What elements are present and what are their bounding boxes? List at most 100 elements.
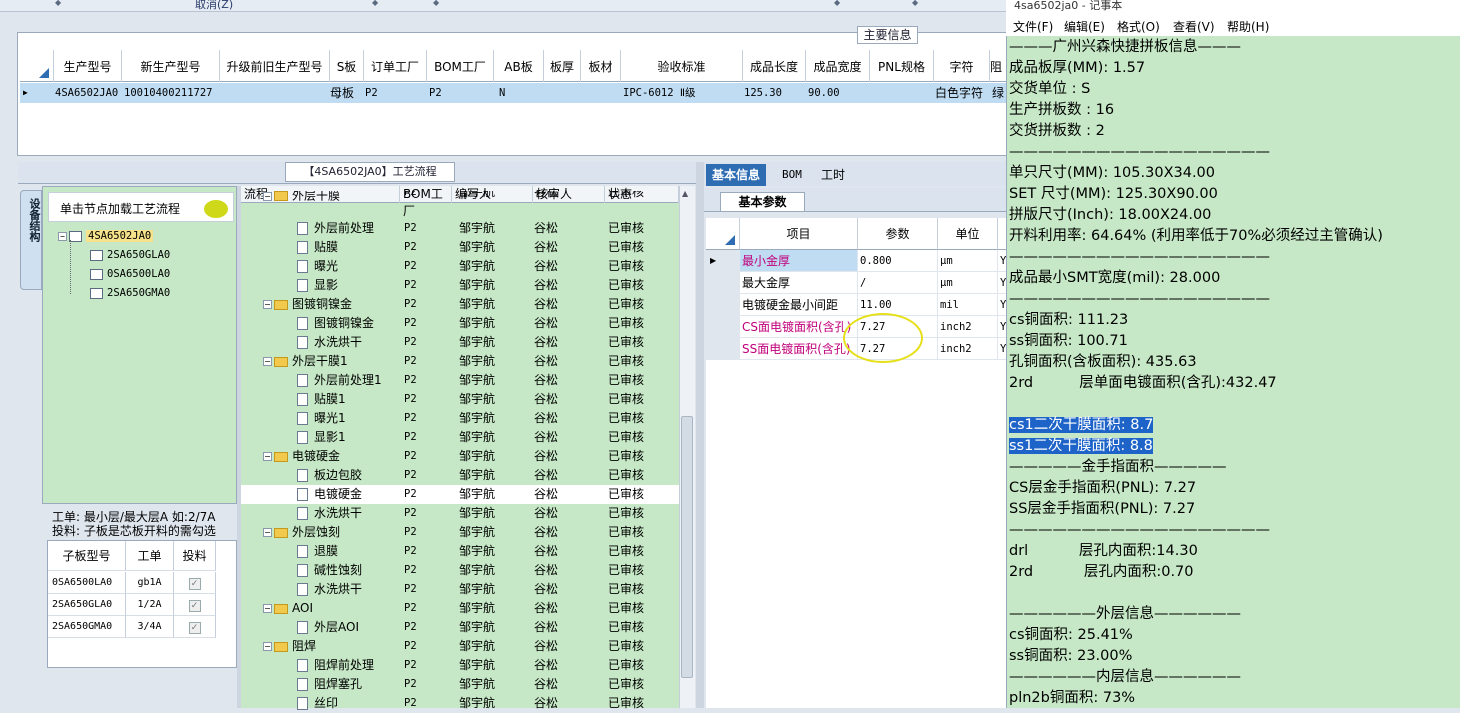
collapse-icon[interactable]: − bbox=[263, 528, 272, 537]
tab-basic-params[interactable]: 基本参数 bbox=[720, 192, 805, 212]
table-row[interactable]: − 图镀铜镍金 P2 邹宇航 谷松 已审核 bbox=[241, 295, 679, 314]
table-row[interactable]: − 外层干膜 P2 邹宇航 谷松 已审核 bbox=[241, 191, 679, 201]
table-row[interactable]: 水洗烘干 P2 邹宇航 谷松 已审核 bbox=[241, 580, 679, 599]
col-header[interactable]: 字符 bbox=[934, 50, 990, 82]
table-row[interactable]: 贴膜 P2 邹宇航 谷松 已审核 bbox=[241, 238, 679, 257]
tab-work-hours[interactable]: 工时 bbox=[815, 164, 851, 186]
checkbox-icon[interactable] bbox=[90, 287, 103, 299]
table-row[interactable]: 水洗烘干 P2 邹宇航 谷松 已审核 bbox=[241, 504, 679, 523]
checkbox-icon[interactable]: ✓ bbox=[188, 621, 201, 634]
table-row[interactable]: ▶ 4SA6502JA0 10010400211727 母板 P2 P2 N I… bbox=[20, 83, 1006, 103]
col-header[interactable]: PNL规格 bbox=[870, 50, 934, 82]
cell-item[interactable]: 电镀硬金最小间距 bbox=[740, 294, 858, 316]
table-row[interactable]: 电镀硬金 P2 邹宇航 谷松 已审核 bbox=[241, 485, 679, 504]
table-row[interactable]: − AOI P2 邹宇航 谷松 已审核 bbox=[241, 599, 679, 618]
col-header[interactable]: 阻 bbox=[990, 50, 1006, 82]
tab-bom[interactable]: BOM bbox=[776, 164, 808, 186]
table-row[interactable]: 阻焊前处理 P2 邹宇航 谷松 已审核 bbox=[241, 656, 679, 675]
table-row[interactable]: ▶ 最小金厚 0.800 μm Y bbox=[706, 250, 1007, 272]
cell-value[interactable]: 0.800 bbox=[858, 250, 938, 272]
col-header[interactable]: 成品长度 bbox=[743, 50, 806, 82]
menu-view[interactable]: 查看(V) bbox=[1173, 18, 1215, 35]
tree-node[interactable]: 2SA650GLA0 bbox=[90, 247, 170, 264]
scroll-up-icon[interactable]: ▲ bbox=[682, 189, 688, 198]
cell-item[interactable]: CS面电镀面积(含孔) bbox=[740, 316, 858, 338]
collapse-icon[interactable]: − bbox=[263, 452, 272, 461]
collapse-icon[interactable]: − bbox=[263, 642, 272, 651]
chevron-down-icon[interactable]: ◆ bbox=[433, 0, 441, 7]
table-row[interactable]: 贴膜1 P2 邹宇航 谷松 已审核 bbox=[241, 390, 679, 409]
cell[interactable]: ✓ bbox=[174, 572, 216, 594]
cell[interactable]: ✓ bbox=[174, 594, 216, 616]
scrollbar-thumb[interactable] bbox=[681, 416, 693, 678]
cell-item[interactable]: SS面电镀面积(含孔) bbox=[740, 338, 858, 360]
col-header[interactable]: 子板型号 bbox=[48, 541, 126, 571]
cell-item[interactable]: 最大金厚 bbox=[740, 272, 858, 294]
table-row[interactable]: 曝光 P2 邹宇航 谷松 已审核 bbox=[241, 257, 679, 276]
col-header[interactable]: 单位 bbox=[938, 218, 998, 250]
col-header[interactable]: AB板 bbox=[494, 50, 544, 82]
chevron-down-icon[interactable]: ◆ bbox=[834, 0, 842, 7]
tree-node[interactable]: 2SA650GMA0 bbox=[90, 285, 170, 302]
table-row[interactable]: − 阻焊 P2 邹宇航 谷松 已审核 bbox=[241, 637, 679, 656]
table-row[interactable]: 显影 P2 邹宇航 谷松 已审核 bbox=[241, 276, 679, 295]
cell[interactable]: 0SA6500LA0 bbox=[48, 572, 126, 594]
col-header[interactable]: 订单工厂 bbox=[364, 50, 427, 82]
table-row[interactable]: 退膜 P2 邹宇航 谷松 已审核 bbox=[241, 542, 679, 561]
table-row[interactable]: 显影1 P2 邹宇航 谷松 已审核 bbox=[241, 428, 679, 447]
collapse-icon[interactable]: − bbox=[263, 191, 272, 201]
cell[interactable]: gb1A bbox=[126, 572, 174, 594]
cell-unit[interactable]: inch2 bbox=[938, 338, 998, 360]
chevron-down-icon[interactable]: ◆ bbox=[912, 0, 920, 7]
table-row[interactable]: 外层AOI P2 邹宇航 谷松 已审核 bbox=[241, 618, 679, 637]
cell-value[interactable]: 11.00 bbox=[858, 294, 938, 316]
checkbox-icon[interactable] bbox=[90, 249, 103, 261]
table-row[interactable]: 丝印 P2 邹宇航 谷松 已审核 bbox=[241, 694, 679, 713]
col-header[interactable]: 投料 bbox=[174, 541, 216, 571]
cell-item[interactable]: 最小金厚 bbox=[740, 250, 858, 272]
checkbox-icon[interactable]: ✓ bbox=[188, 599, 201, 612]
collapse-icon[interactable]: − bbox=[263, 300, 272, 309]
cancel-button[interactable]: 取消(Z) bbox=[195, 0, 255, 12]
table-row[interactable]: 水洗烘干 P2 邹宇航 谷松 已审核 bbox=[241, 333, 679, 352]
menu-file[interactable]: 文件(F) bbox=[1013, 18, 1053, 35]
cell-unit[interactable]: μm bbox=[938, 250, 998, 272]
col-header[interactable]: 项目 bbox=[740, 218, 858, 250]
cell[interactable]: 1/2A bbox=[126, 594, 174, 616]
collapse-icon[interactable]: − bbox=[263, 604, 272, 613]
menu-help[interactable]: 帮助(H) bbox=[1227, 18, 1269, 35]
table-row[interactable]: 外层前处理 P2 邹宇航 谷松 已审核 bbox=[241, 219, 679, 238]
collapse-icon[interactable]: − bbox=[58, 231, 67, 241]
col-header[interactable]: BOM工厂 bbox=[427, 50, 494, 82]
col-header[interactable]: S板 bbox=[330, 50, 364, 82]
tab-basic-info[interactable]: 基本信息 bbox=[706, 164, 767, 186]
table-row[interactable]: 阻焊塞孔 P2 邹宇航 谷松 已审核 bbox=[241, 675, 679, 694]
cell-unit[interactable]: inch2 bbox=[938, 316, 998, 338]
table-row[interactable]: 电镀硬金最小间距 11.00 mil Y bbox=[706, 294, 1007, 316]
col-header[interactable]: 验收标准 bbox=[621, 50, 743, 82]
menu-format[interactable]: 格式(O) bbox=[1117, 18, 1160, 35]
table-row[interactable]: 碱性蚀刻 P2 邹宇航 谷松 已审核 bbox=[241, 561, 679, 580]
tree-node[interactable]: − 4SA6502JA0 bbox=[58, 228, 154, 245]
chevron-down-icon[interactable]: ◆ bbox=[55, 0, 63, 7]
col-header[interactable]: 板材 bbox=[581, 50, 621, 82]
checkbox-icon[interactable] bbox=[90, 268, 103, 280]
col-header[interactable]: 升级前旧生产型号 bbox=[220, 50, 330, 82]
cell[interactable]: 2SA650GLA0 bbox=[48, 594, 126, 616]
table-row[interactable]: 曝光1 P2 邹宇航 谷松 已审核 bbox=[241, 409, 679, 428]
cell-value[interactable]: / bbox=[858, 272, 938, 294]
chevron-down-icon[interactable]: ◆ bbox=[372, 0, 380, 7]
cell[interactable]: 2SA650GMA0 bbox=[48, 616, 126, 638]
cell[interactable]: ✓ bbox=[174, 616, 216, 638]
table-row[interactable]: − 电镀硬金 P2 邹宇航 谷松 已审核 bbox=[241, 447, 679, 466]
table-row[interactable]: 板边包胶 P2 邹宇航 谷松 已审核 bbox=[241, 466, 679, 485]
col-header[interactable]: 板厚 bbox=[544, 50, 581, 82]
col-header[interactable]: 生产型号 bbox=[54, 50, 122, 82]
table-row[interactable]: 最大金厚 / μm Y bbox=[706, 272, 1007, 294]
col-header[interactable]: 新生产型号 bbox=[122, 50, 220, 82]
col-header[interactable]: 工单 bbox=[126, 541, 174, 571]
cell-unit[interactable]: mil bbox=[938, 294, 998, 316]
checkbox-icon[interactable]: ✓ bbox=[188, 577, 201, 590]
splitter[interactable] bbox=[696, 162, 704, 708]
col-header[interactable]: 成品宽度 bbox=[806, 50, 870, 82]
